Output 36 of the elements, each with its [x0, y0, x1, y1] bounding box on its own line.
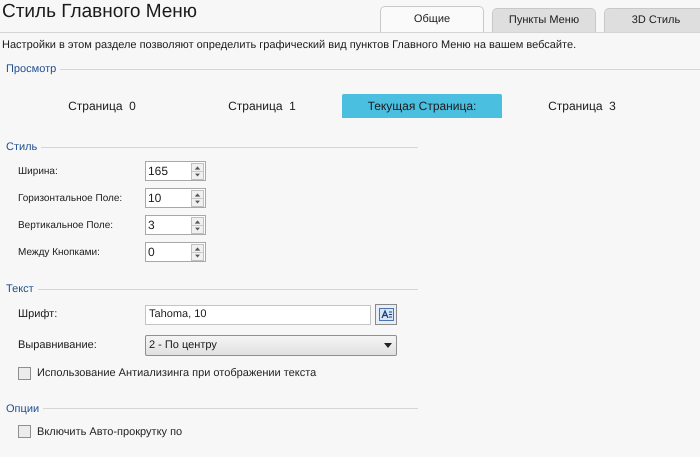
field-label: Вертикальное Поле: — [17, 218, 114, 232]
spinner-arrows-icon[interactable] — [191, 162, 204, 180]
tab[interactable]: Пункты Меню — [492, 8, 596, 32]
spinner-arrows-icon[interactable] — [191, 216, 204, 234]
section-heading: Опции — [6, 402, 40, 416]
menu-preview-item: Страница 0 — [67, 98, 137, 115]
checkbox[interactable] — [18, 425, 31, 438]
menu-preview-item: Страница 3 — [547, 98, 617, 115]
dropdown-caret-icon — [384, 343, 392, 348]
section-heading: Стиль — [6, 140, 38, 154]
description-text: Настройки в этом разделе позволяют определить графический вид пунктов Главного Меню на вашем вебсайте. — [1, 39, 578, 52]
alignment-dropdown[interactable]: 2 - По центру — [145, 335, 397, 356]
field-label: Выравнивание: — [17, 338, 98, 354]
spinner-arrows-icon[interactable] — [191, 244, 204, 260]
checkbox-label: Использование Антиализинга при отображении текста — [37, 366, 316, 381]
field-label: Шрифт: — [17, 307, 58, 322]
field-label: Между Кнопками: — [17, 246, 101, 258]
spinner-arrows-icon[interactable] — [191, 190, 204, 206]
tab[interactable]: Общие — [380, 6, 484, 32]
page-title: Стиль Главного Меню — [1, 0, 198, 24]
font-picker-button[interactable] — [375, 304, 397, 325]
spin-field[interactable]: 10 — [145, 188, 206, 208]
tab[interactable]: 3D Стиль — [604, 8, 700, 32]
section-heading: Просмотр — [6, 62, 56, 76]
field-label: Горизонтальное Поле: — [17, 192, 124, 204]
checkbox[interactable] — [18, 366, 31, 380]
section-heading: Текст — [6, 282, 34, 296]
font-icon — [378, 308, 394, 321]
menu-preview-item: Страница 1 — [227, 98, 297, 115]
menu-preview-item: Текущая Страница: — [342, 94, 502, 118]
spin-field[interactable]: 165 — [145, 161, 206, 181]
checkbox-label: Включить Авто-прокрутку по — [37, 424, 182, 440]
field-label: Ширина: — [17, 164, 59, 178]
font-field[interactable]: Tahoma, 10 — [145, 304, 371, 324]
spin-field[interactable]: 0 — [145, 242, 206, 262]
spin-field[interactable]: 3 — [145, 215, 206, 235]
